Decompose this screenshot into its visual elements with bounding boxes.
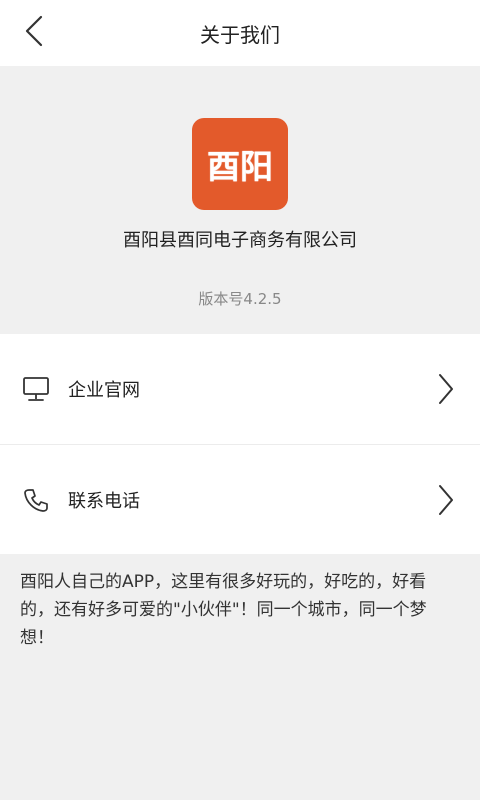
version-label: 版本号4.2.5 (198, 290, 282, 308)
page-title: 关于我们 (200, 22, 280, 47)
chevron-left-icon (24, 15, 44, 51)
back-button[interactable] (14, 12, 54, 54)
phone-label: 联系电话 (68, 490, 140, 512)
chevron-right-icon (436, 373, 456, 405)
chevron-right-icon (436, 484, 456, 516)
monitor-icon (22, 375, 50, 403)
top-bar: 关于我们 (0, 0, 480, 66)
website-label: 企业官网 (68, 380, 140, 401)
link-list: 企业官网 联系电话 (0, 334, 480, 554)
app-logo-text: 酉阳 (207, 147, 273, 186)
phone-row[interactable]: 联系电话 (0, 444, 480, 554)
company-name: 酉阳县酉同电子商务有限公司 (123, 230, 357, 251)
about-section: 酉阳 酉阳县酉同电子商务有限公司 版本号4.2.5 (0, 66, 480, 334)
phone-icon (22, 486, 50, 514)
website-row[interactable]: 企业官网 (0, 334, 480, 444)
app-logo: 酉阳 (192, 118, 288, 210)
description-section: 酉阳人自己的APP，这里有很多好玩的，好吃的，好看的，还有好多可爱的"小伙伴"！… (0, 554, 480, 800)
app-description: 酉阳人自己的APP，这里有很多好玩的，好吃的，好看的，还有好多可爱的"小伙伴"！… (20, 572, 427, 648)
